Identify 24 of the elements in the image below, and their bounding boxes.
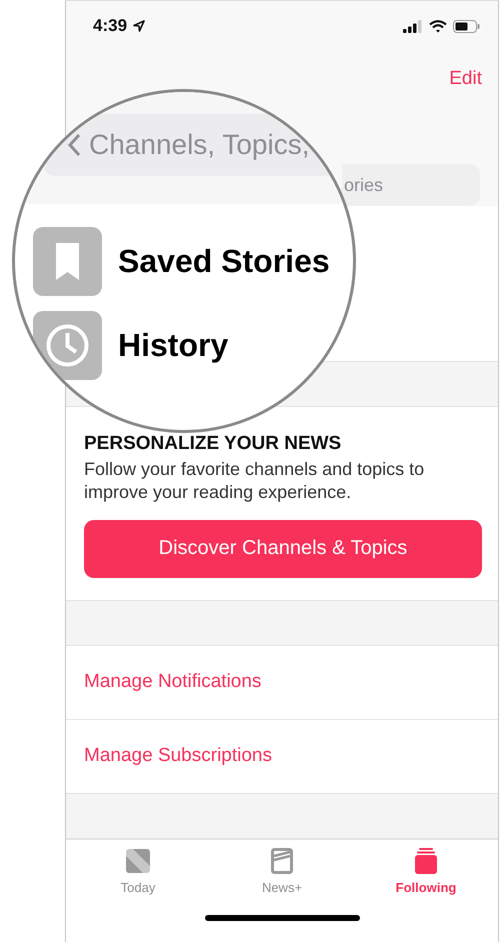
- bookmark-icon: [33, 227, 102, 296]
- discover-button[interactable]: Discover Channels & Topics: [84, 520, 482, 578]
- menu-item[interactable]: History: [118, 327, 228, 364]
- settings-link[interactable]: Manage Notifications: [84, 671, 262, 694]
- section-title: PERSONALIZE YOUR NEWS: [84, 433, 342, 455]
- news-icon: [271, 848, 293, 874]
- wifi-icon: [429, 20, 447, 32]
- tab-item[interactable]: News+: [210, 848, 354, 895]
- status-time: 4:39: [93, 16, 128, 36]
- settings-link[interactable]: Manage Subscriptions: [84, 745, 272, 768]
- location-icon: [133, 20, 146, 32]
- search-text: Channels, Topics,: [89, 129, 310, 161]
- tab-item[interactable]: Following: [354, 848, 498, 895]
- edit-link[interactable]: Edit: [449, 68, 482, 90]
- clock-icon: [33, 311, 102, 380]
- news-icon: [125, 848, 151, 874]
- stack-icon: [414, 848, 438, 874]
- section-description: Follow your favorite channels and topics to improve your reading experience.: [84, 458, 426, 504]
- menu-item[interactable]: Saved Stories: [118, 243, 330, 280]
- search-field[interactable]: ories: [342, 164, 480, 206]
- battery-icon: [453, 20, 480, 32]
- tab-item[interactable]: Today: [66, 848, 210, 895]
- back-chevron-icon: [67, 133, 81, 157]
- signal-icon: [403, 20, 423, 32]
